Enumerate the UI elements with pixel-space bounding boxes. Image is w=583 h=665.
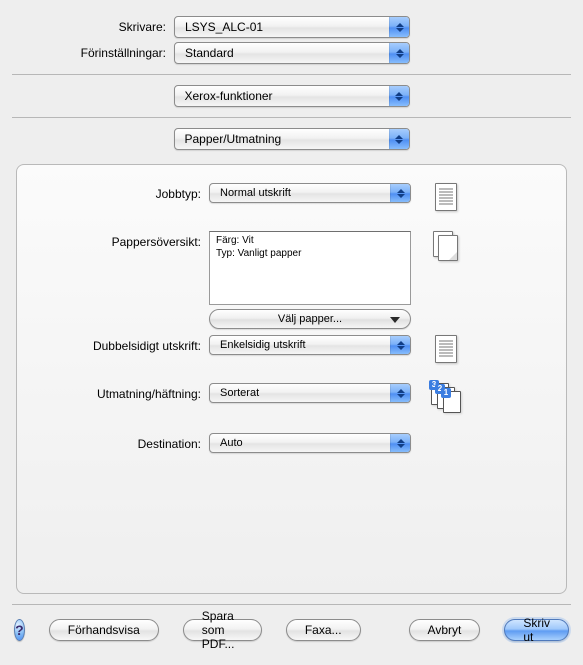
feature-group-popup[interactable]: Xerox-funktioner [174,85,410,107]
popup-arrows-icon [389,129,409,149]
popup-arrows-icon [390,434,410,452]
preset-value: Standard [185,46,234,60]
destination-value: Auto [220,437,243,449]
feature-sub-value: Papper/Utmatning [185,132,282,146]
popup-arrows-icon [389,86,409,106]
paper-overview-box: Färg: Vit Typ: Vanligt papper [209,231,411,305]
destination-label: Destination: [31,433,209,451]
duplex-popup[interactable]: Enkelsidig utskrift [209,335,411,355]
popup-arrows-icon [390,384,410,402]
save-pdf-button[interactable]: Spara som PDF... [183,619,262,641]
paper-overview-label: Pappersöversikt: [31,231,209,249]
printer-value: LSYS_ALC-01 [185,20,263,34]
destination-popup[interactable]: Auto [209,433,411,453]
popup-arrows-icon [389,43,409,63]
collate-icon: 321 [431,383,461,413]
feature-sub-popup[interactable]: Papper/Utmatning [174,128,410,150]
page-icon [435,335,457,363]
feature-group-value: Xerox-funktioner [185,89,273,103]
paper-line: Typ: Vanligt papper [216,247,404,260]
cancel-button[interactable]: Avbryt [409,619,481,641]
cancel-button-label: Avbryt [428,623,462,637]
page-icon [435,183,457,211]
fax-button-label: Faxa... [305,623,342,637]
preset-label: Förinställningar: [12,46,174,60]
jobtype-popup[interactable]: Normal utskrift [209,183,411,203]
popup-arrows-icon [390,336,410,354]
output-popup[interactable]: Sorterat [209,383,411,403]
print-button-label: Skriv ut [523,616,550,644]
preview-button-label: Förhandsvisa [68,623,140,637]
output-label: Utmatning/häftning: [31,383,209,401]
jobtype-value: Normal utskrift [220,187,291,199]
paper-picker-button[interactable]: Välj papper... [209,309,411,329]
save-pdf-button-label: Spara som PDF... [202,609,243,651]
popup-arrows-icon [389,17,409,37]
help-icon: ? [15,622,24,638]
paper-stack-icon [433,231,459,261]
popup-arrows-icon [390,184,410,202]
output-value: Sorterat [220,387,259,399]
options-panel: Jobbtyp: Normal utskrift Pappersöversikt… [16,164,567,594]
fax-button[interactable]: Faxa... [286,619,361,641]
help-button[interactable]: ? [14,619,25,641]
separator [12,74,571,75]
preset-popup[interactable]: Standard [174,42,410,64]
separator [12,117,571,118]
paper-picker-label: Välj papper... [278,313,342,325]
printer-label: Skrivare: [12,20,174,34]
print-button[interactable]: Skriv ut [504,619,569,641]
jobtype-label: Jobbtyp: [31,183,209,201]
paper-line: Färg: Vit [216,234,404,247]
duplex-label: Dubbelsidigt utskrift: [31,335,209,353]
duplex-value: Enkelsidig utskrift [220,339,306,351]
separator [12,604,571,605]
preview-button[interactable]: Förhandsvisa [49,619,159,641]
printer-popup[interactable]: LSYS_ALC-01 [174,16,410,38]
